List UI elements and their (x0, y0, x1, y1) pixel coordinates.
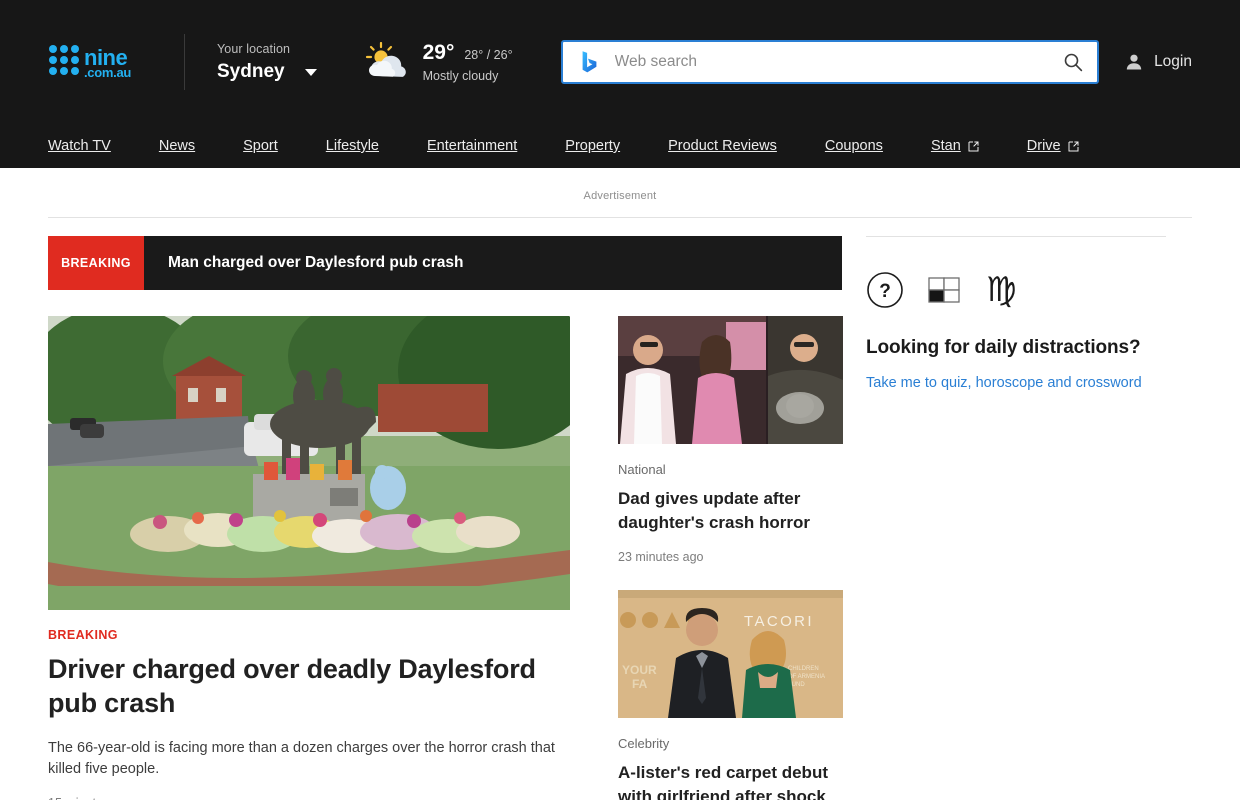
nav-label: Sport (243, 138, 278, 154)
weather-widget[interactable]: 29° 28° / 26° Mostly cloudy (365, 41, 513, 83)
lead-story-headline[interactable]: Driver charged over deadly Daylesford pu… (48, 652, 570, 720)
story-grid: BREAKING Driver charged over deadly Dayl… (48, 316, 843, 800)
weather-current-temp: 29° (422, 41, 455, 64)
side-story-headline[interactable]: Dad gives update after daughter's crash … (618, 487, 843, 534)
svg-text:CHILDREN: CHILDREN (788, 666, 819, 672)
side-story-timestamp: 23 minutes ago (618, 550, 704, 564)
sun-behind-cloud-icon (365, 42, 406, 77)
lead-story-image[interactable] (48, 316, 570, 610)
promo-link[interactable]: Take me to quiz, horoscope and crossword (866, 375, 1142, 391)
svg-text:TACORI: TACORI (744, 613, 814, 630)
search-input[interactable] (614, 53, 1063, 71)
masthead-divider (184, 34, 185, 90)
nav-item-stan[interactable]: Stan (931, 138, 979, 154)
advertisement-slot: Advertisement (0, 168, 1240, 212)
horoscope-zodiac-icon[interactable]: ♍ (986, 271, 1016, 309)
site-masthead: nine .com.au Your location Sydney 29° 28… (0, 0, 1240, 168)
login-label: Login (1154, 53, 1192, 70)
secondary-stories-column: National Dad gives update after daughter… (618, 316, 843, 800)
nine-logo[interactable]: nine .com.au (48, 44, 152, 80)
external-link-icon (968, 141, 979, 151)
side-story-image[interactable]: TACORI YOUR FA CHILDREN OF ARMENIA FUND (618, 590, 843, 718)
side-story-category: National (618, 462, 666, 477)
login-button[interactable]: Login (1124, 52, 1192, 72)
nav-item-entertainment[interactable]: Entertainment (427, 138, 517, 154)
nav-label: Property (565, 138, 621, 154)
nav-item-drive[interactable]: Drive (1027, 138, 1079, 154)
nav-item-product-reviews[interactable]: Product Reviews (668, 138, 777, 154)
weather-description: Mostly cloudy (422, 69, 499, 83)
quiz-question-mark-icon[interactable]: ? (866, 271, 904, 309)
svg-text:.com.au: .com.au (84, 65, 131, 80)
breaking-banner-headline: Man charged over Daylesford pub crash (168, 254, 464, 271)
person-icon (1126, 54, 1142, 70)
side-story-card-national[interactable]: National Dad gives update after daughter… (618, 316, 843, 564)
nav-label: News (158, 138, 196, 154)
daily-distractions-promo[interactable]: ? ♍ Looking for daily distractions? Take… (866, 237, 1166, 392)
lead-story-card[interactable]: BREAKING Driver charged over deadly Dayl… (48, 316, 570, 800)
side-story-image[interactable] (618, 316, 843, 444)
search-icon[interactable] (1063, 52, 1083, 72)
location-label: Your location (217, 42, 291, 56)
location-city: Sydney (217, 61, 285, 82)
svg-text:FA: FA (632, 677, 648, 691)
nav-label: Product Reviews (668, 138, 777, 154)
masthead-top-row: nine .com.au Your location Sydney 29° 28… (0, 0, 1240, 124)
nav-label: Entertainment (427, 138, 518, 154)
nav-label: Stan (930, 138, 961, 154)
svg-text:YOUR: YOUR (622, 663, 657, 677)
nav-label: Watch TV (48, 138, 111, 154)
web-search-bar[interactable] (560, 40, 1099, 84)
nav-item-coupons[interactable]: Coupons (825, 138, 883, 154)
main-content-column: BREAKING Man charged over Daylesford pub… (48, 236, 843, 800)
breaking-tag: BREAKING (48, 236, 144, 290)
promo-title: Looking for daily distractions? (866, 337, 1141, 358)
side-story-card-celebrity[interactable]: TACORI YOUR FA CHILDREN OF ARMENIA FUND (618, 590, 843, 800)
nav-label: Coupons (824, 138, 883, 154)
right-rail: ? ♍ Looking for daily distractions? Take… (866, 236, 1166, 800)
nav-label: Drive (1026, 138, 1061, 154)
side-story-headline[interactable]: A-lister's red carpet debut with girlfri… (618, 761, 843, 800)
bing-icon (582, 51, 596, 73)
advertisement-divider (48, 217, 1192, 218)
external-link-icon (1068, 141, 1079, 151)
crossword-grid-icon[interactable] (926, 271, 964, 309)
lead-story-standfirst: The 66-year-old is facing more than a do… (48, 740, 555, 777)
chevron-down-icon[interactable] (304, 68, 317, 76)
promo-icon-row: ? ♍ (866, 271, 1166, 309)
weather-temp-range: 28° / 26° (464, 48, 513, 62)
lead-story-timestamp: 15 minutes ago (48, 796, 570, 800)
nav-item-property[interactable]: Property (565, 138, 620, 154)
svg-text:OF ARMENIA: OF ARMENIA (788, 674, 825, 680)
nav-item-news[interactable]: News (159, 138, 195, 154)
breaking-news-banner[interactable]: BREAKING Man charged over Daylesford pub… (48, 236, 842, 290)
advertisement-label: Advertisement (583, 190, 657, 202)
nav-item-sport[interactable]: Sport (243, 138, 278, 154)
lead-story-kicker: BREAKING (48, 628, 118, 642)
nav-item-watch-tv[interactable]: Watch TV (48, 138, 111, 154)
svg-text:?: ? (879, 281, 891, 302)
primary-navigation: Watch TV News Sport Lifestyle Entertainm… (0, 124, 1240, 168)
page-body: Advertisement BREAKING Man charged over … (0, 168, 1240, 800)
location-selector[interactable]: Your location Sydney (217, 41, 317, 83)
nav-item-lifestyle[interactable]: Lifestyle (326, 138, 379, 154)
side-story-category: Celebrity (618, 736, 670, 751)
content-area: BREAKING Man charged over Daylesford pub… (0, 236, 1240, 800)
nav-label: Lifestyle (325, 138, 379, 154)
